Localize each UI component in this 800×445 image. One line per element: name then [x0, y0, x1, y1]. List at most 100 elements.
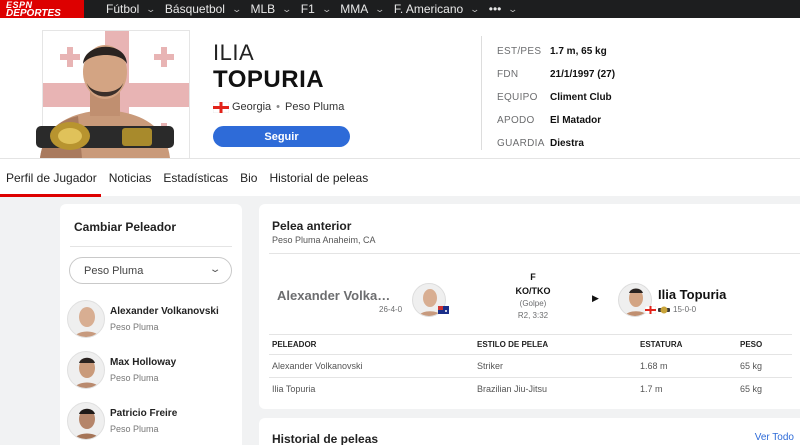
stat-nickname: APODO El Matador [497, 109, 615, 132]
previous-fight-title: Pelea anterior [272, 219, 352, 233]
winner-arrow-icon: ▶ [592, 293, 599, 303]
col-fighter: PELEADOR [269, 334, 474, 355]
chevron-down-icon: ⌄ [374, 3, 386, 14]
stat-team: EQUIPO Climent Club [497, 86, 615, 109]
fighter-avatar [67, 300, 105, 338]
stat-key: GUARDIA [497, 138, 545, 149]
australia-flag-icon [438, 306, 449, 314]
col-style: ESTILO DE PELEA [474, 334, 637, 355]
col-weight: PESO [737, 334, 792, 355]
stat-value: Climent Club [550, 92, 612, 103]
cell-style: Brazilian Jiu-Jitsu [474, 377, 637, 401]
fighter-weight-class: Peso Pluma [110, 373, 159, 383]
table-row: Ilia Topuria Brazilian Jiu-Jitsu 1.7 m 6… [269, 377, 792, 401]
nav-item-mma[interactable]: MMA ⌄ [340, 2, 386, 16]
nav-item-f-americano[interactable]: F. Americano ⌄ [393, 2, 481, 16]
tab-bio[interactable]: Bio [240, 159, 257, 197]
stat-value: 1.7 m, 65 kg [550, 46, 607, 57]
cell-fighter[interactable]: Alexander Volkanovski [269, 354, 474, 378]
cell-weight: 65 kg [737, 377, 792, 401]
see-all-link[interactable]: Ver Todo [755, 432, 794, 443]
profile-tabs: Perfil de Jugador Noticias Estadísticas … [0, 158, 800, 197]
col-height: ESTATURA [637, 334, 737, 355]
fight-result: F KO/TKO (Golpe) R2, 3:32 [479, 272, 587, 320]
chevron-down-icon: ⌄ [507, 3, 519, 14]
player-stats: EST/PES 1.7 m, 65 kg FDN 21/1/1997 (27) EQ… [497, 40, 615, 155]
previous-fight-subtitle: Peso Pluma Anaheim, CA [272, 235, 376, 245]
nav-more-button[interactable]: ••• ⌄ [489, 2, 519, 16]
stat-height-weight: EST/PES 1.7 m, 65 kg [497, 40, 615, 63]
nav-item-basquetbol[interactable]: Básquetbol ⌄ [165, 2, 243, 16]
fighter1-record: 26-4-0 [379, 305, 403, 314]
championship-belt-icon [658, 306, 670, 313]
fighter-item-volkanovski[interactable]: Alexander Volkanovski Peso Pluma [67, 298, 239, 340]
nav-item-label: F. Americano [393, 2, 464, 16]
chevron-down-icon: ⌄ [145, 3, 157, 14]
cell-fighter[interactable]: Ilia Topuria [269, 377, 474, 401]
cell-style: Striker [474, 354, 637, 378]
table-row: Alexander Volkanovski Striker 1.68 m 65 … [269, 354, 792, 378]
fighter-item-holloway[interactable]: Max Holloway Peso Pluma [67, 349, 239, 391]
stat-key: EST/PES [497, 46, 542, 57]
player-subline: Georgia • Peso Pluma [213, 101, 344, 113]
header-divider [481, 36, 482, 150]
fight-comparison-table: PELEADOR ESTILO DE PELEA ESTATURA PESO A… [269, 334, 792, 401]
georgia-flag-icon [645, 305, 656, 314]
result-method: KO/TKO [515, 286, 551, 296]
fighter1-name[interactable]: Alexander Volka… [277, 288, 390, 303]
nav-item-label: MLB [250, 2, 276, 16]
nav-item-futbol[interactable]: Fútbol ⌄ [106, 2, 157, 16]
chevron-down-icon: ⌄ [281, 3, 293, 14]
result-detail: (Golpe) [519, 299, 547, 308]
chevron-down-icon: ⌄ [231, 3, 243, 14]
fighter2-record-line: 15-0-0 [645, 305, 696, 314]
fighter-weight-class: Peso Pluma [110, 322, 159, 332]
fighter2-record: 15-0-0 [673, 305, 697, 314]
nav-item-mlb[interactable]: MLB ⌄ [250, 2, 293, 16]
stat-stance: GUARDIA Diestra [497, 132, 615, 155]
switch-fighter-title: Cambiar Peleador [74, 220, 177, 234]
fight-history-title: Historial de peleas [272, 432, 379, 445]
player-first-name: ILIA [213, 40, 255, 65]
previous-fight-card: Pelea anterior Peso Pluma Anaheim, CA Al… [259, 204, 800, 409]
separator-dot: • [276, 101, 280, 113]
tab-stats[interactable]: Estadísticas [163, 159, 228, 197]
tab-news[interactable]: Noticias [109, 159, 152, 197]
nav-item-f1[interactable]: F1 ⌄ [300, 2, 332, 16]
player-header: ILIA TOPURIA Georgia • Peso Pluma Seguir… [0, 18, 800, 158]
result-outcome: F [530, 272, 536, 282]
stat-key: EQUIPO [497, 92, 538, 103]
card-divider [269, 253, 800, 254]
stat-value: 21/1/1997 (27) [550, 69, 616, 80]
table-header-row: PELEADOR ESTILO DE PELEA ESTATURA PESO [269, 334, 792, 355]
stat-value: Diestra [550, 138, 584, 149]
espn-deportes-logo[interactable]: ESPN DEPORTES [0, 0, 84, 18]
cell-height: 1.68 m [637, 354, 737, 378]
weight-class-selected: Peso Pluma [84, 264, 144, 277]
fighter2-name[interactable]: Ilia Topuria [658, 287, 726, 302]
fighter-name: Max Holloway [110, 357, 177, 368]
stat-birthdate: FDN 21/1/1997 (27) [497, 63, 615, 86]
logo-line2: DEPORTES [6, 7, 61, 18]
fighter-item-freire[interactable]: Patricio Freire Peso Pluma [67, 400, 239, 442]
chevron-down-icon: ⌄ [469, 3, 481, 14]
fighter-avatar [67, 351, 105, 389]
nav-item-label: MMA [340, 2, 369, 16]
card-divider [70, 246, 232, 247]
tab-player-profile[interactable]: Perfil de Jugador [0, 159, 101, 197]
follow-button[interactable]: Seguir [213, 126, 350, 147]
player-weight-class: Peso Pluma [285, 101, 345, 113]
player-country: Georgia [232, 101, 272, 113]
tab-fight-history[interactable]: Historial de peleas [269, 159, 368, 197]
switch-fighter-card: Cambiar Peleador Peso Pluma ⌄ Alexander … [60, 204, 242, 445]
chevron-down-icon: ⌄ [321, 3, 332, 14]
player-headshot [30, 30, 180, 158]
stat-key: FDN [497, 69, 519, 80]
weight-class-select[interactable]: Peso Pluma ⌄ [69, 257, 232, 284]
player-last-name: TOPURIA [213, 66, 325, 93]
stat-value: El Matador [550, 115, 602, 126]
cell-height: 1.7 m [637, 377, 737, 401]
cell-weight: 65 kg [737, 354, 792, 378]
chevron-down-icon: ⌄ [208, 264, 222, 275]
nav-item-label: F1 [300, 2, 315, 16]
